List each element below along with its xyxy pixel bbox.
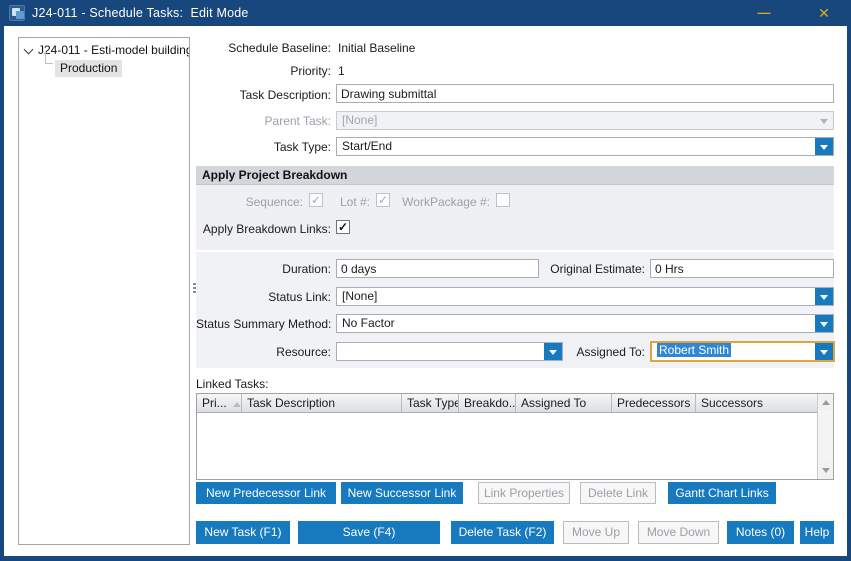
resource-dropdown[interactable] (336, 342, 563, 361)
delete-link-button: Delete Link (580, 482, 656, 504)
status-link-dropdown[interactable]: [None] (336, 287, 834, 306)
move-up-button: Move Up (563, 521, 629, 544)
parent-task-label: Parent Task: (196, 114, 331, 128)
status-summary-method-dropdown[interactable]: No Factor (336, 314, 834, 333)
task-type-value: Start/End (342, 139, 392, 153)
assigned-to-value: Robert Smith (657, 343, 731, 357)
parent-task-value: [None] (342, 113, 377, 127)
help-button[interactable]: Help (800, 521, 834, 544)
duration-label: Duration: (196, 262, 331, 276)
delete-task-button[interactable]: Delete Task (F2) (451, 521, 554, 544)
linked-tasks-table: Pri... Task Description Task Type Breakd… (196, 393, 834, 480)
chevron-down-icon[interactable] (815, 343, 833, 360)
column-header-assigned-to[interactable]: Assigned To (516, 394, 612, 412)
save-button[interactable]: Save (F4) (298, 521, 440, 544)
status-link-value: [None] (342, 289, 377, 303)
minimize-button[interactable]: — (745, 0, 783, 26)
column-header-task-description[interactable]: Task Description (242, 394, 402, 412)
table-vertical-scrollbar[interactable] (817, 394, 833, 479)
new-successor-link-button[interactable]: New Successor Link (341, 482, 463, 504)
schedule-baseline-label: Schedule Baseline: (196, 41, 331, 55)
apply-project-breakdown-header: Apply Project Breakdown (196, 166, 834, 185)
new-task-button[interactable]: New Task (F1) (196, 521, 290, 544)
linked-tasks-body (197, 413, 833, 480)
move-down-button: Move Down (638, 521, 719, 544)
workpackage-number-checkbox (496, 193, 510, 207)
lot-number-label: Lot #: (260, 195, 370, 209)
task-type-label: Task Type: (196, 140, 331, 154)
window-border-left (0, 0, 4, 561)
scroll-up-icon[interactable] (819, 395, 833, 410)
sort-ascending-icon (233, 402, 241, 407)
chevron-down-icon[interactable] (815, 288, 833, 305)
assigned-to-dropdown[interactable]: Robert Smith (650, 341, 835, 362)
app-icon (9, 5, 25, 21)
chevron-down-icon[interactable] (815, 138, 833, 155)
task-description-label: Task Description: (196, 88, 331, 102)
new-predecessor-link-button[interactable]: New Predecessor Link (196, 482, 336, 504)
original-estimate-label: Original Estimate: (545, 262, 645, 276)
resource-label: Resource: (196, 345, 331, 359)
workpackage-number-label: WorkPackage #: (385, 195, 490, 209)
tree-elbow-line (45, 52, 53, 64)
notes-button[interactable]: Notes (0) (727, 521, 794, 544)
status-summary-method-value: No Factor (342, 316, 395, 330)
task-description-input[interactable] (336, 84, 834, 103)
window-border-bottom (0, 556, 851, 561)
priority-label: Priority: (196, 64, 331, 78)
column-header-breakdown[interactable]: Breakdo... (459, 394, 516, 412)
status-summary-method-label: Status Summary Method: (196, 317, 331, 331)
link-properties-button: Link Properties (478, 482, 570, 504)
column-header-successors[interactable]: Successors (696, 394, 803, 412)
duration-input[interactable] (336, 259, 539, 278)
chevron-down-icon (815, 112, 833, 129)
app-icon-shape (16, 11, 24, 19)
linked-tasks-header-row: Pri... Task Description Task Type Breakd… (197, 394, 833, 413)
close-button[interactable]: ✕ (805, 0, 843, 26)
status-link-label: Status Link: (196, 290, 331, 304)
tree-node-root-label: J24-011 - Esti-model building (38, 43, 190, 57)
linked-tasks-label: Linked Tasks: (196, 377, 269, 391)
gantt-chart-links-button[interactable]: Gantt Chart Links (668, 482, 776, 504)
task-tree-panel: J24-011 - Esti-model building Production (18, 37, 190, 545)
priority-value: 1 (338, 64, 345, 78)
chevron-down-icon[interactable] (24, 45, 34, 55)
apply-breakdown-links-label: Apply Breakdown Links: (196, 222, 331, 236)
original-estimate-input[interactable] (650, 259, 834, 278)
assigned-to-label: Assigned To: (545, 345, 645, 359)
task-type-dropdown[interactable]: Start/End (336, 137, 834, 156)
column-header-task-type[interactable]: Task Type (402, 394, 459, 412)
window-title: J24-011 - Schedule Tasks: Edit Mode (32, 6, 249, 20)
scroll-down-icon[interactable] (819, 463, 833, 478)
chevron-down-icon[interactable] (815, 315, 833, 332)
column-header-priority[interactable]: Pri... (197, 394, 242, 412)
dialog-window: J24-011 - Schedule Tasks: Edit Mode — ✕ … (0, 0, 851, 561)
splitter-grip[interactable] (192, 283, 197, 299)
tree-node-production[interactable]: Production (55, 60, 122, 77)
schedule-baseline-value: Initial Baseline (338, 41, 415, 55)
title-bar[interactable]: J24-011 - Schedule Tasks: Edit Mode — ✕ (0, 0, 851, 26)
tree-node-production-label: Production (55, 60, 122, 77)
column-header-predecessors[interactable]: Predecessors (612, 394, 696, 412)
window-border-right (847, 0, 851, 561)
parent-task-dropdown: [None] (336, 111, 834, 130)
apply-breakdown-links-checkbox[interactable]: ✓ (336, 220, 350, 234)
